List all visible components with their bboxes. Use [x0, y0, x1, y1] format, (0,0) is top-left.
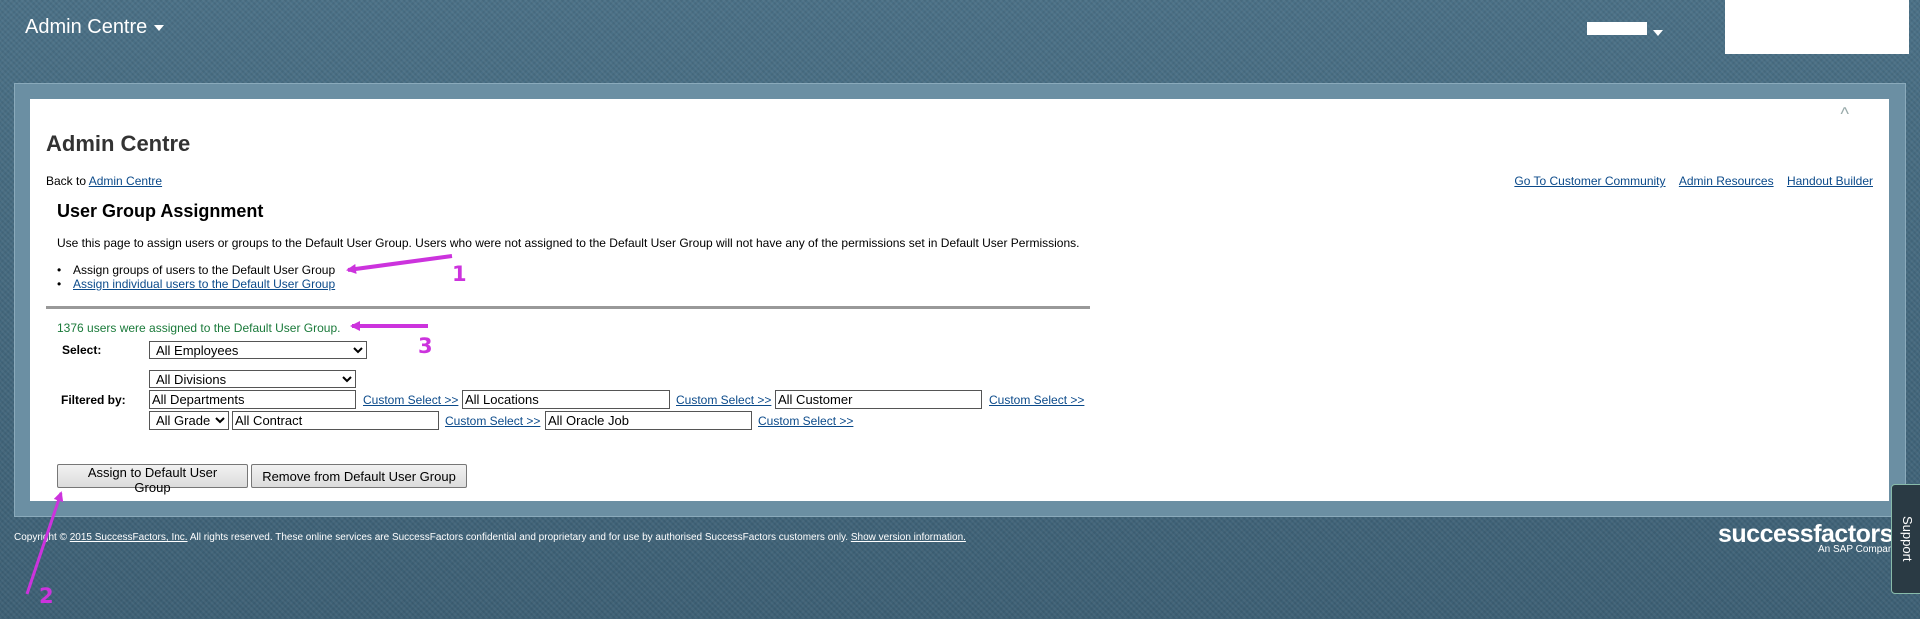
- annotation-3: 3: [418, 334, 433, 358]
- annotation-1: 1: [452, 262, 467, 286]
- annotation-2: 2: [39, 584, 54, 608]
- annotation-arrows: [25, 254, 453, 595]
- arrow-1: [346, 254, 453, 274]
- arrow-2: [25, 491, 64, 595]
